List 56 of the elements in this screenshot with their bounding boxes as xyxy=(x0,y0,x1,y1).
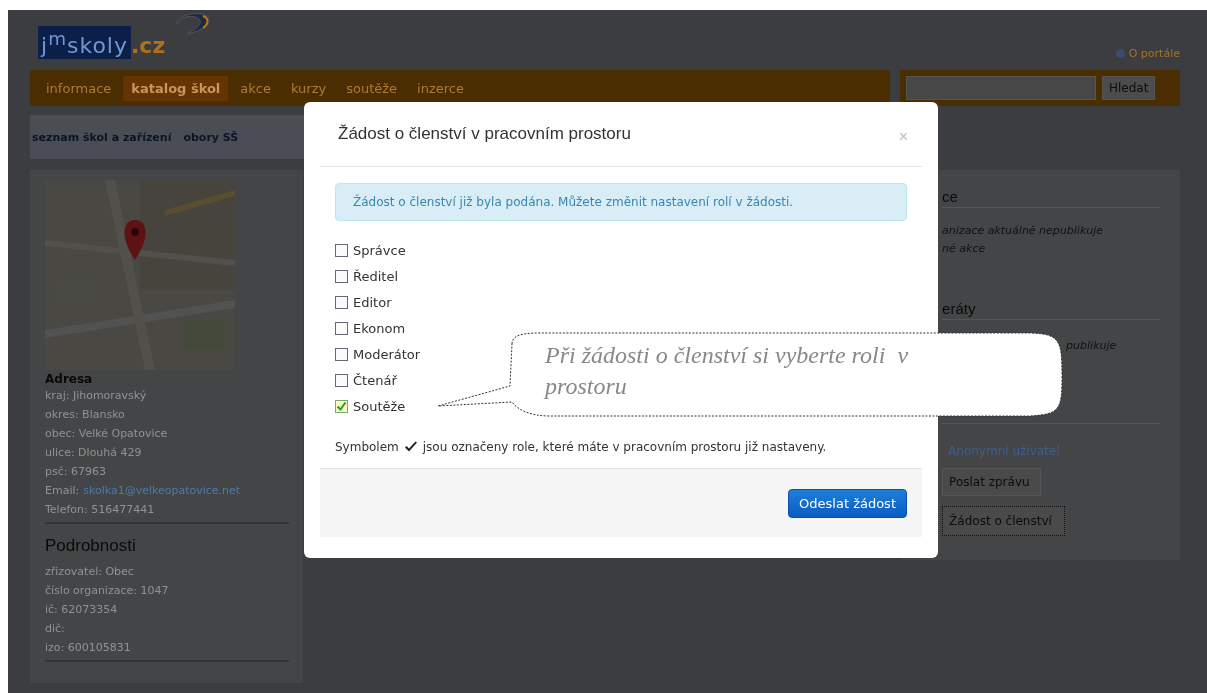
role-label[interactable]: Čtenář xyxy=(353,373,397,388)
close-button[interactable]: × xyxy=(898,128,908,146)
action-button[interactable]: Žádost o členství xyxy=(942,506,1065,536)
logo-domain[interactable]: .cz xyxy=(131,33,166,60)
address-line: psč: 67963 xyxy=(45,464,107,480)
detail-line: dič: xyxy=(45,621,66,637)
logo-text[interactable]: j$^{m}$skoly xyxy=(38,26,131,60)
detail-line: izo: 600105831 xyxy=(45,640,132,656)
callout-text: Při žádosti o členství si vyberte roli v prostoru xyxy=(545,341,910,401)
detail-line: zřizovatel: Obec xyxy=(45,564,135,580)
role-label[interactable]: Správce xyxy=(353,243,406,258)
nav-tab[interactable]: akce xyxy=(232,75,279,101)
phone-line: Telefon: 516477441 xyxy=(45,502,156,518)
section-heading: Podrobnosti xyxy=(45,536,137,556)
info-alert: Žádost o členství již byla podána. Můžete změnit nastavení rolí v žádosti. xyxy=(335,183,907,221)
checkbox[interactable] xyxy=(335,322,348,335)
address-line: okres: Blansko xyxy=(45,407,126,423)
submenu-link[interactable]: obory SŠ xyxy=(183,130,239,144)
info-icon xyxy=(1115,49,1125,58)
action-button[interactable]: Poslat zprávu xyxy=(942,468,1041,496)
checkbox[interactable] xyxy=(335,270,348,283)
swirl-icon xyxy=(173,10,213,36)
checkbox[interactable] xyxy=(335,374,348,387)
detail-line: číslo organizace: 1047 xyxy=(45,583,170,599)
email-link[interactable]: skolka1@velkeopatovice.net xyxy=(83,481,241,500)
role-label[interactable]: Soutěže xyxy=(353,399,406,414)
section-heading: ce xyxy=(942,188,1160,208)
about-link[interactable]: O portále xyxy=(1128,47,1180,60)
legend-text: jsou označeny role, které máte v pracovním prostoru již nastaveny. xyxy=(422,440,827,454)
section-heading: Adresa xyxy=(45,372,94,386)
nav-tab[interactable]: katalog škol xyxy=(123,75,229,101)
role-label[interactable]: Ekonom xyxy=(353,321,406,336)
checkbox[interactable] xyxy=(335,296,348,309)
nav-tab[interactable]: inzerce xyxy=(409,75,472,101)
nav-tab[interactable]: informace xyxy=(38,75,120,101)
address-line: ulice: Dlouhá 429 xyxy=(45,445,143,461)
role-label[interactable]: Moderátor xyxy=(353,347,421,362)
detail-line: ič: 62073354 xyxy=(45,602,119,618)
legend-text: Symbolem xyxy=(335,440,399,454)
role-label[interactable]: Editor xyxy=(353,295,392,310)
role-label[interactable]: Ředitel xyxy=(353,269,399,284)
address-line: obec: Velké Opatovice xyxy=(45,426,169,442)
submenu-link[interactable]: seznam škol a zařízení xyxy=(32,130,172,144)
dialog-title: Žádost o členství v pracovním prostoru xyxy=(338,124,631,144)
address-line: kraj: Jihomoravský xyxy=(45,388,148,404)
section-heading: eráty xyxy=(942,300,1160,320)
checkbox[interactable] xyxy=(335,400,348,413)
search-field[interactable] xyxy=(906,76,1096,100)
nav-tab[interactable]: kurzy xyxy=(282,75,335,101)
email-label: Email: xyxy=(45,483,80,499)
checkbox[interactable] xyxy=(335,244,348,257)
submit-button[interactable]: Odeslat žádost xyxy=(788,488,907,518)
checkbox[interactable] xyxy=(335,348,348,361)
search-button[interactable]: Hledat xyxy=(1102,76,1156,100)
nav-tab[interactable]: soutěže xyxy=(338,75,406,101)
checkmark-icon xyxy=(403,441,418,453)
